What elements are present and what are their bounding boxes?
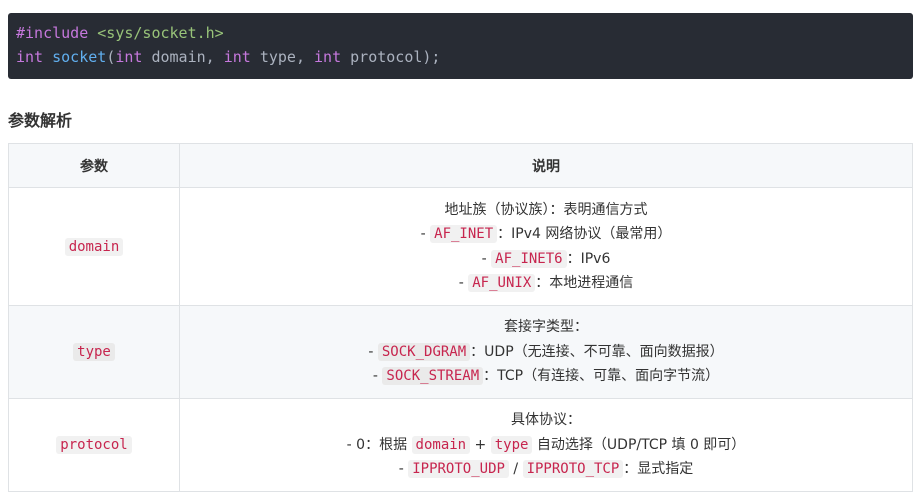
code-param2-type: int (223, 48, 251, 66)
desc-prefix: - (398, 461, 409, 478)
desc-line: 地址族（协议族）：表明通信方式 (180, 198, 912, 223)
desc-line: - AF_INET6 ：IPv6 (180, 247, 912, 272)
desc-code: AF_INET (430, 225, 498, 243)
desc-line: - 0：根据 domain + type 自动选择（UDP/TCP 填 0 即可… (180, 433, 912, 458)
params-table: 参数 说明 domain 地址族（协议族）：表明通信方式 - AF_INET ：I… (8, 143, 913, 492)
code-param1-type: int (115, 48, 143, 66)
param-name: domain (64, 237, 124, 256)
table-row: protocol 具体协议： - 0：根据 domain + type 自动选择… (8, 398, 913, 492)
desc-line: - SOCK_STREAM ：TCP（有连接、可靠、面向字节流） (180, 364, 912, 389)
desc-line: - AF_INET ：IPv4 网络协议（最常用） (180, 222, 912, 247)
code-block: #include <sys/socket.h> int socket(int do… (8, 13, 913, 79)
code-return-type: int (16, 48, 44, 66)
desc-line: 套接字类型： (180, 315, 912, 340)
desc-code: SOCK_STREAM (382, 367, 484, 386)
desc-line: - SOCK_DGRAM ：UDP（无连接、不可靠、面向数据报） (180, 340, 912, 365)
table-header-row: 参数 说明 (8, 143, 913, 188)
desc-suffix: ：UDP（无连接、不可靠、面向数据报） (470, 343, 724, 360)
code-include-directive: #include (16, 24, 89, 42)
param-name: protocol (56, 436, 132, 454)
desc-line: - AF_UNIX ：本地进程通信 (180, 271, 912, 296)
desc-prefix: - 0：根据 (346, 436, 412, 453)
code-include-header: <sys/socket.h> (97, 24, 224, 42)
desc-cell: 地址族（协议族）：表明通信方式 - AF_INET ：IPv4 网络协议（最常用）… (179, 187, 913, 306)
table-row: domain 地址族（协议族）：表明通信方式 - AF_INET ：IPv4 网络… (8, 187, 913, 306)
param-cell: protocol (8, 398, 180, 492)
desc-line: - IPPROTO_UDP / IPPROTO_TCP ：显式指定 (180, 457, 912, 482)
desc-code: IPPROTO_UDP (408, 460, 509, 479)
desc-prefix: - (420, 226, 431, 242)
desc-text: 地址族（协议族）：表明通信方式 (444, 201, 648, 218)
code-function-name: socket (52, 48, 107, 66)
section-title: 参数解析 (8, 111, 73, 130)
desc-mid: / (508, 461, 523, 478)
desc-cell: 具体协议： - 0：根据 domain + type 自动选择（UDP/TCP … (179, 398, 913, 492)
desc-suffix: ：TCP（有连接、可靠、面向字节流） (483, 368, 720, 385)
param-cell: type (8, 305, 180, 399)
desc-code: SOCK_DGRAM (377, 342, 471, 361)
code-line-1: #include <sys/socket.h> (16, 21, 905, 45)
desc-prefix: - (481, 250, 492, 267)
desc-code: domain (411, 435, 471, 454)
code-param3-name: protocol); (341, 48, 441, 66)
code-param3-type: int (314, 48, 342, 66)
param-name: type (73, 343, 115, 361)
desc-cell: 套接字类型： - SOCK_DGRAM ：UDP（无连接、不可靠、面向数据报） -… (179, 305, 913, 399)
desc-line: 具体协议： (180, 408, 912, 433)
header-param: 参数 (8, 143, 180, 188)
code-param2-name: type, (250, 48, 315, 66)
code-line-2: int socket(int domain, int type, int pro… (16, 45, 905, 69)
desc-suffix: ：本地进程通信 (535, 275, 634, 291)
code-param1-name: domain, (142, 48, 224, 66)
desc-mid: + (470, 436, 491, 453)
desc-suffix: ：IPv4 网络协议（最常用） (497, 226, 672, 242)
desc-prefix: - (368, 343, 378, 360)
desc-text: 具体协议： (511, 412, 581, 429)
table-row: type 套接字类型： - SOCK_DGRAM ：UDP（无连接、不可靠、面向数… (8, 305, 913, 399)
desc-suffix: 自动选择（UDP/TCP 填 0 即可） (532, 436, 746, 453)
desc-code: type (490, 435, 533, 454)
desc-suffix: ：显式指定 (623, 461, 694, 478)
desc-prefix: - (372, 368, 383, 385)
code-open-paren: ( (106, 48, 116, 66)
desc-prefix: - (458, 275, 469, 291)
desc-code: AF_UNIX (468, 274, 536, 292)
desc-text: 套接字类型： (504, 319, 588, 336)
desc-suffix: ：IPv6 (566, 250, 611, 267)
desc-code: AF_INET6 (491, 249, 567, 268)
header-desc: 说明 (179, 143, 913, 188)
param-cell: domain (8, 187, 180, 306)
desc-code: IPPROTO_TCP (522, 460, 624, 479)
